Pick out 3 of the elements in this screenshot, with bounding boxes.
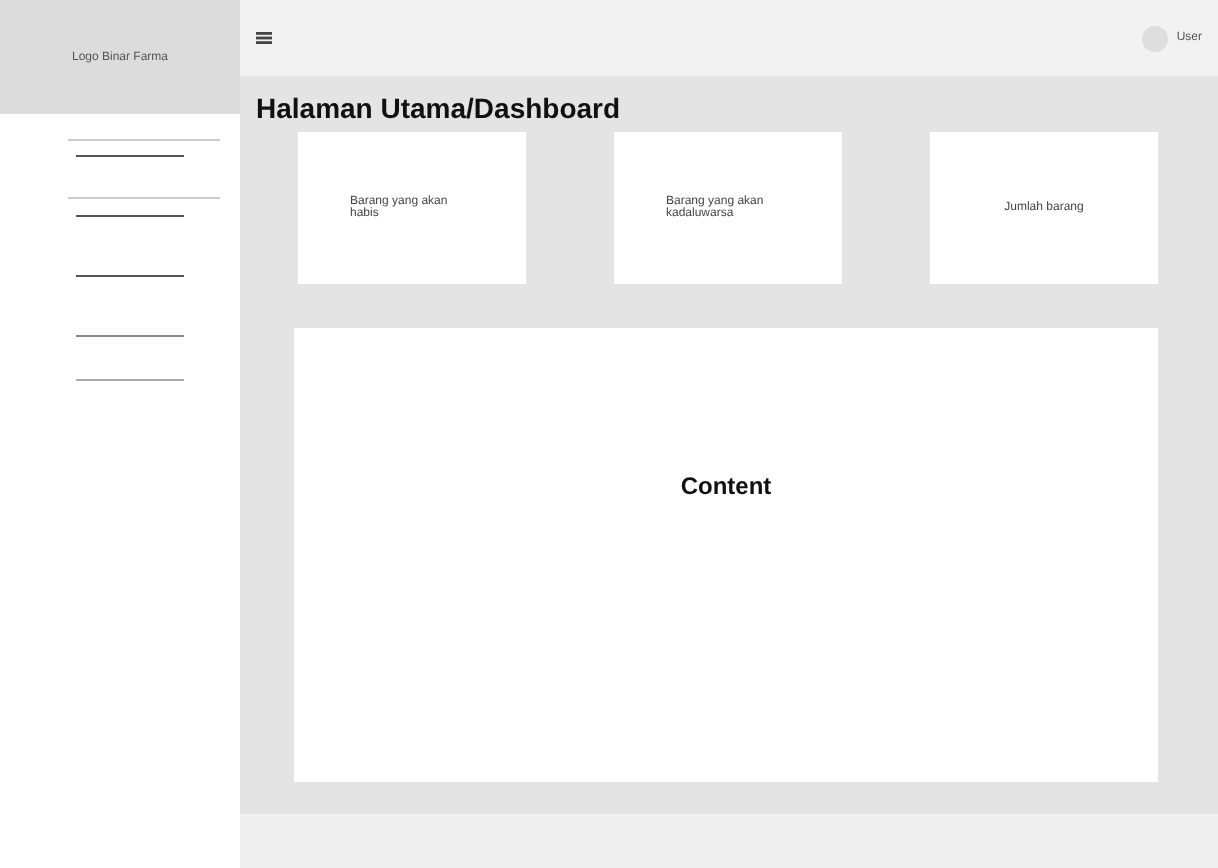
content-label: Content [680,472,772,504]
page-title: Halaman Utama/Dashboard [256,92,623,124]
menu-icon[interactable] [256,32,272,44]
